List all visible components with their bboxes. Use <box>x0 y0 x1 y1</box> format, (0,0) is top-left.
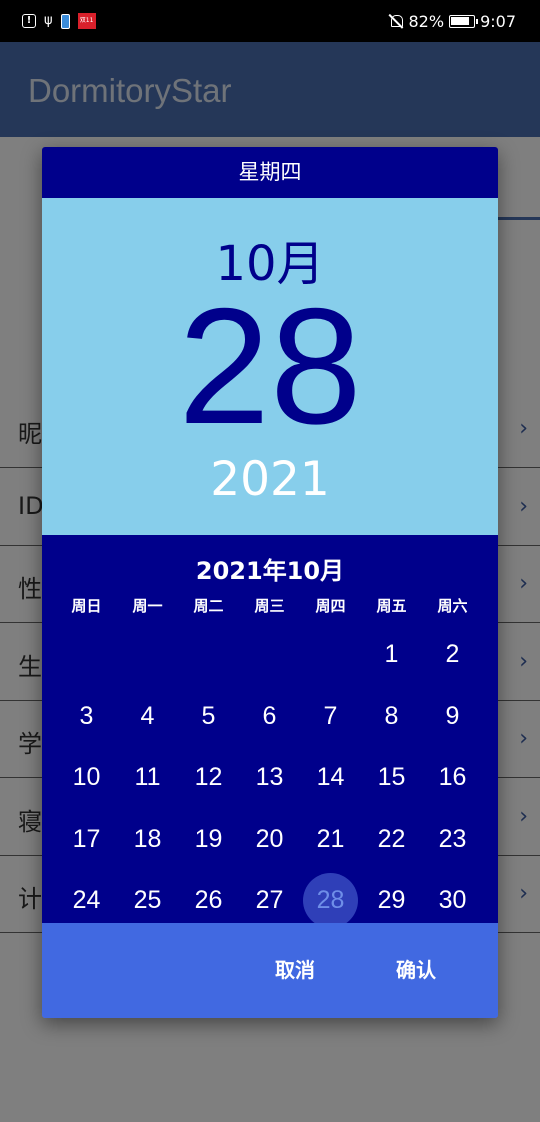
status-bar: ! ψ 双11 82% 9:07 <box>0 0 540 42</box>
calendar-day-number: 2 <box>445 640 460 668</box>
calendar-day[interactable]: 17 <box>56 809 117 871</box>
calendar-day-number: 9 <box>445 701 460 730</box>
calendar-day[interactable]: 1 <box>361 624 422 686</box>
battery-percent: 82% <box>408 11 445 31</box>
status-bar-left-icons: ! ψ 双11 <box>22 12 96 30</box>
calendar-day-number: 16 <box>438 763 467 791</box>
bell-muted-icon <box>388 13 404 29</box>
calendar-day-number: 8 <box>384 701 399 730</box>
app-notification-icon: 双11 <box>77 13 96 29</box>
calendar-empty-cell <box>178 624 239 686</box>
calendar-day[interactable]: 16 <box>422 747 483 809</box>
cancel-button[interactable]: 取消 <box>245 923 345 1018</box>
calendar-empty-cell <box>117 624 178 686</box>
weekday-header: 周日 <box>71 597 102 615</box>
calendar-day[interactable]: 7 <box>300 686 361 748</box>
calendar-day[interactable]: 22 <box>361 809 422 871</box>
calendar-day-number: 24 <box>72 886 101 914</box>
status-bar-right: 82% 9:07 <box>388 10 516 32</box>
calendar-day[interactable]: 20 <box>239 809 300 871</box>
calendar-day[interactable]: 10 <box>56 747 117 809</box>
calendar-day[interactable]: 11 <box>117 747 178 809</box>
weekday-header-row: 周日 周一 周二 周三 周四 周五 周六 <box>56 595 483 616</box>
calendar-day-number: 26 <box>194 886 223 914</box>
calendar-day[interactable]: 3 <box>56 686 117 748</box>
clock-time: 9:07 <box>480 11 516 31</box>
calendar-day-number: 4 <box>140 701 155 730</box>
calendar-day[interactable]: 6 <box>239 686 300 748</box>
battery-icon <box>449 14 479 28</box>
calendar-day-number: 11 <box>134 763 161 791</box>
calendar-empty-cell <box>239 624 300 686</box>
calendar-day-grid: 1 2 3 4 5 6 7 8 9 10 11 12 13 14 15 16 17 18 19 20 21 22 23 24 2… <box>56 624 483 932</box>
calendar-day[interactable]: 21 <box>300 809 361 871</box>
selected-date-panel: 10月 28 2021 <box>42 198 498 535</box>
calendar-day[interactable]: 8 <box>361 686 422 748</box>
calendar-day-number: 15 <box>377 763 406 791</box>
calendar-day-number: 28 <box>316 886 345 914</box>
confirm-button[interactable]: 确认 <box>366 923 466 1018</box>
selected-day[interactable]: 28 <box>42 276 498 456</box>
calendar-day-number: 18 <box>133 824 162 853</box>
selected-weekday: 星期四 <box>42 147 498 198</box>
selected-year[interactable]: 2021 <box>42 452 498 507</box>
usb-icon: ψ <box>44 13 53 28</box>
calendar-day-number: 23 <box>438 824 467 853</box>
calendar-day[interactable]: 14 <box>300 747 361 809</box>
weekday-header: 周三 <box>254 597 285 615</box>
calendar-day[interactable]: 19 <box>178 809 239 871</box>
calendar-day-number: 29 <box>377 886 406 914</box>
calendar-day-number: 5 <box>201 701 216 730</box>
weekday-header: 周六 <box>437 597 468 615</box>
calendar-day-number: 13 <box>255 763 284 791</box>
calendar-day-number: 14 <box>316 763 345 791</box>
calendar-day-number: 22 <box>377 824 406 853</box>
weekday-header: 周二 <box>193 597 224 615</box>
calendar-day-number: 7 <box>323 701 338 730</box>
calendar-empty-cell <box>56 624 117 686</box>
dialog-actions: 取消 确认 <box>42 923 498 1018</box>
calendar-day[interactable]: 12 <box>178 747 239 809</box>
calendar-day[interactable]: 4 <box>117 686 178 748</box>
calendar-view: 2021年10月 周日 周一 周二 周三 周四 周五 周六 1 2 3 4 5 6 7 8 9 10 11 12 1… <box>42 535 498 928</box>
calendar-day-number: 25 <box>133 886 162 914</box>
weekday-header: 周五 <box>376 597 407 615</box>
calendar-day-number: 17 <box>72 824 101 853</box>
calendar-day-number: 27 <box>255 886 284 914</box>
calendar-day-number: 19 <box>194 824 223 853</box>
calendar-day-number: 21 <box>316 824 345 853</box>
calendar-day[interactable]: 2 <box>422 624 483 686</box>
weekday-header: 周四 <box>315 597 346 615</box>
weekday-header: 周一 <box>132 597 163 615</box>
calendar-day[interactable]: 23 <box>422 809 483 871</box>
calendar-day-number: 1 <box>384 640 399 668</box>
calendar-day-number: 12 <box>194 763 223 791</box>
date-picker-dialog: 星期四 10月 28 2021 2021年10月 周日 周一 周二 周三 周四 周五 周六 … <box>42 147 498 1018</box>
calendar-day-number: 30 <box>438 886 467 914</box>
calendar-day-number: 6 <box>262 701 277 730</box>
calendar-day-number: 3 <box>79 701 94 730</box>
calendar-empty-cell <box>300 624 361 686</box>
calendar-day[interactable]: 15 <box>361 747 422 809</box>
calendar-day[interactable]: 13 <box>239 747 300 809</box>
battery-saver-icon <box>60 13 70 29</box>
calendar-day[interactable]: 18 <box>117 809 178 871</box>
calendar-day-number: 10 <box>72 763 101 791</box>
calendar-day[interactable]: 9 <box>422 686 483 748</box>
calendar-day-number: 20 <box>255 824 284 853</box>
alert-icon: ! <box>22 14 36 28</box>
calendar-day[interactable]: 5 <box>178 686 239 748</box>
calendar-month-title: 2021年10月 <box>195 557 345 585</box>
